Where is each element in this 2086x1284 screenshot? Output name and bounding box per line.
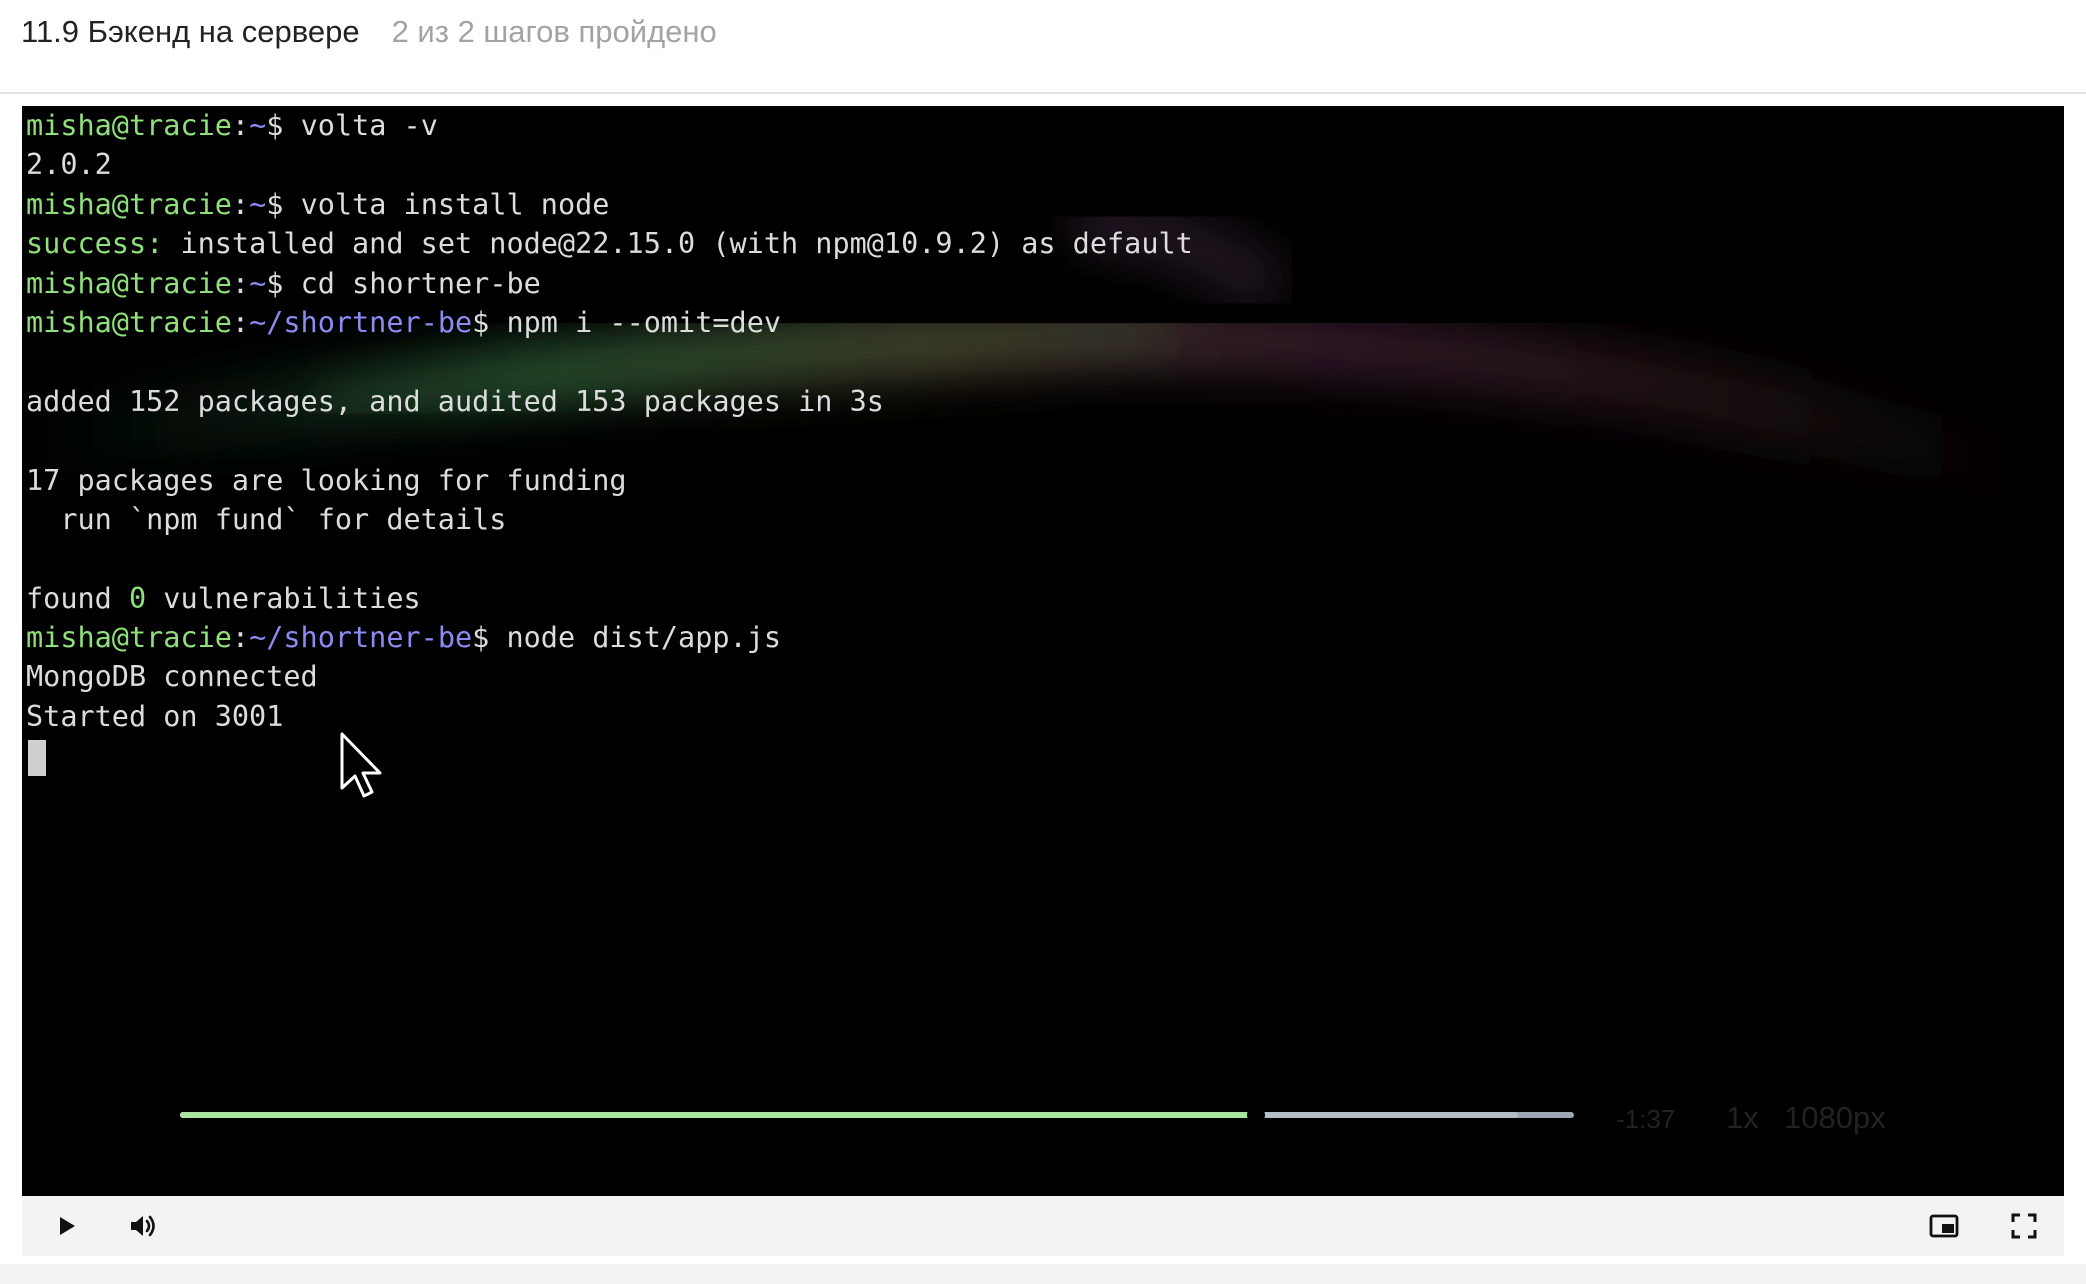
- terminal-text: vulnerabilities: [146, 581, 421, 615]
- terminal-text: Started on 3001: [26, 699, 284, 733]
- prompt-separator: :: [231, 621, 250, 655]
- video-frame[interactable]: misha@tracie:~$ volta -v 2.0.2 misha@traci…: [22, 106, 2064, 1196]
- mouse-pointer-icon: [340, 732, 382, 798]
- prompt-symbol: $: [472, 621, 490, 655]
- terminal-line: added 152 packages, and audited 153 pack…: [26, 382, 2064, 421]
- quality-button[interactable]: 1080px: [1784, 1100, 1886, 1136]
- vulnerability-count: 0: [128, 581, 147, 615]
- prompt-user: misha@tracie: [26, 621, 232, 655]
- prompt-user: misha@tracie: [26, 266, 232, 300]
- terminal-line: misha@tracie:~$ volta install node: [26, 185, 2064, 224]
- prompt-path: ~: [249, 266, 267, 300]
- video-player[interactable]: misha@tracie:~$ volta -v 2.0.2 misha@traci…: [22, 106, 2064, 1256]
- terminal-line: 17 packages are looking for funding: [26, 461, 2064, 500]
- terminal-output: misha@tracie:~$ volta -v 2.0.2 misha@traci…: [26, 106, 2064, 736]
- prompt-path: ~/shortner-be: [249, 305, 473, 339]
- terminal-line: misha@tracie:~$ volta -v: [26, 106, 2064, 145]
- terminal-line: Started on 3001: [26, 697, 2064, 736]
- terminal-cursor: [28, 740, 46, 776]
- prompt-command: volta -v: [283, 109, 438, 142]
- volume-icon[interactable]: [126, 1210, 158, 1242]
- prompt-path: ~: [249, 109, 267, 142]
- playback-speed-button[interactable]: 1x: [1726, 1100, 1759, 1136]
- terminal-line: run `npm fund` for details: [26, 500, 2064, 539]
- prompt-command: node dist/app.js: [489, 621, 782, 655]
- prompt-user: misha@tracie: [26, 109, 232, 142]
- terminal-line: 2.0.2: [26, 145, 2064, 184]
- lesson-page: 11.9 Бэкенд на сервере 2 из 2 шагов прой…: [0, 0, 2086, 1284]
- terminal-text: run `npm fund` for details: [26, 502, 507, 536]
- prompt-symbol: $: [266, 266, 284, 300]
- terminal-line: success: installed and set node@22.15.0 …: [26, 224, 2064, 263]
- fullscreen-icon[interactable]: [2008, 1210, 2040, 1242]
- step-progress-text: 2 из 2 шагов пройдено: [391, 14, 717, 49]
- prompt-symbol: $: [266, 187, 284, 221]
- terminal-text: installed and set node@22.15.0 (with npm…: [163, 227, 1193, 261]
- prompt-separator: :: [231, 187, 250, 221]
- progress-played: [180, 1112, 1257, 1118]
- play-icon[interactable]: [50, 1210, 82, 1242]
- progress-bar[interactable]: [180, 1106, 1574, 1124]
- terminal-line: misha@tracie:~$ cd shortner-be: [26, 264, 2064, 303]
- prompt-separator: :: [231, 305, 250, 339]
- player-controls: [22, 1196, 2064, 1256]
- prompt-command: volta install node: [283, 187, 610, 221]
- picture-in-picture-icon[interactable]: [1928, 1210, 1960, 1242]
- prompt-command: cd shortner-be: [283, 266, 541, 300]
- terminal-line: misha@tracie:~/shortner-be$ node dist/ap…: [26, 618, 2064, 657]
- terminal-line: misha@tracie:~/shortner-be$ npm i --omit…: [26, 303, 2064, 342]
- terminal-line: MongoDB connected: [26, 657, 2064, 696]
- prompt-separator: :: [231, 109, 250, 142]
- prompt-symbol: $: [266, 109, 284, 142]
- terminal-text: MongoDB connected: [26, 660, 318, 694]
- terminal-text: added 152 packages, and audited 153 pack…: [26, 384, 884, 418]
- prompt-user: misha@tracie: [26, 187, 232, 221]
- terminal-text: 2.0.2: [26, 148, 112, 182]
- terminal-text: 17 packages are looking for funding: [26, 463, 627, 497]
- prompt-command: npm i --omit=dev: [489, 305, 782, 339]
- prompt-path: ~: [249, 187, 267, 221]
- terminal-line: found 0 vulnerabilities: [26, 579, 2064, 618]
- page-bottom-strip: [0, 1264, 2086, 1284]
- step-title: 11.9 Бэкенд на сервере: [21, 14, 360, 49]
- time-remaining: -1:37: [1616, 1104, 1676, 1134]
- prompt-path: ~/shortner-be: [249, 621, 473, 655]
- terminal-text: found: [26, 581, 129, 615]
- prompt-symbol: $: [472, 305, 490, 339]
- prompt-separator: :: [231, 266, 250, 300]
- prompt-user: misha@tracie: [26, 305, 232, 339]
- success-label: success:: [26, 227, 164, 261]
- step-header: 11.9 Бэкенд на сервере 2 из 2 шагов прой…: [0, 0, 2086, 94]
